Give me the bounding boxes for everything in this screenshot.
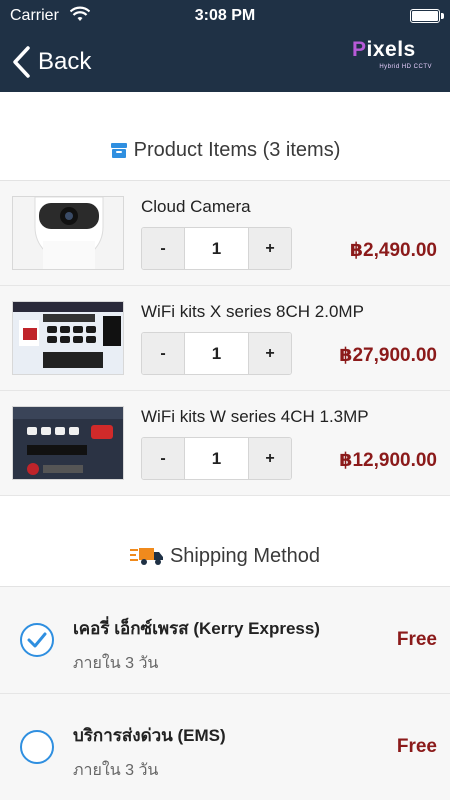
quantity-stepper: - 1 + <box>141 332 292 375</box>
battery-icon <box>410 9 444 23</box>
quantity-field[interactable]: 1 <box>184 228 249 269</box>
shipping-method-title: Shipping Method <box>169 544 321 567</box>
quantity-stepper: - 1 + <box>141 437 292 480</box>
delivery-truck-icon <box>129 548 163 565</box>
decrease-button[interactable]: - <box>142 228 184 269</box>
quantity-stepper: - 1 + <box>141 227 292 270</box>
wifi-kit-x-image <box>12 301 124 375</box>
shipping-option-eta: ภายใน 3 วัน <box>73 762 159 779</box>
quantity-field[interactable]: 1 <box>184 438 249 479</box>
product-items-header: Product Items (3 items) <box>0 120 450 180</box>
shipping-option-fee: Free <box>396 736 437 757</box>
product-list: Cloud Camera - 1 + ฿2,490.00 WiFi kits X… <box>0 180 450 496</box>
pixels-logo: Pixels Hybrid HD CCTV <box>352 38 432 70</box>
product-items-title: Product Items (3 items) <box>133 138 341 161</box>
check-icon <box>27 632 47 648</box>
shipping-method-header: Shipping Method <box>0 526 450 586</box>
top-bar: Carrier 3:08 PM Back Pixels Hybrid HD CC… <box>0 0 450 92</box>
shipping-option-name: บริการส่งด่วน (EMS) <box>73 726 226 745</box>
product-price: ฿27,900.00 <box>339 345 437 366</box>
back-label: Back <box>38 48 92 75</box>
shipping-option-kerry[interactable]: เคอรี่ เอ็กซ์เพรส (Kerry Express) ภายใน … <box>0 587 450 694</box>
product-row: Cloud Camera - 1 + ฿2,490.00 <box>0 181 450 286</box>
product-name: WiFi kits X series 8CH 2.0MP <box>141 302 364 321</box>
shipping-option-fee: Free <box>396 629 437 650</box>
radio-unselected[interactable] <box>20 730 54 764</box>
product-price: ฿2,490.00 <box>349 240 437 261</box>
clock: 3:08 PM <box>194 7 256 24</box>
navigation-bar: Back Pixels Hybrid HD CCTV <box>0 32 450 92</box>
decrease-button[interactable]: - <box>142 333 184 374</box>
product-price: ฿12,900.00 <box>339 450 437 471</box>
product-row: WiFi kits W series 4CH 1.3MP - 1 + ฿12,9… <box>0 391 450 496</box>
product-row: WiFi kits X series 8CH 2.0MP - 1 + ฿27,9… <box>0 286 450 391</box>
increase-button[interactable]: + <box>249 228 291 269</box>
shipping-option-eta: ภายใน 3 วัน <box>73 655 159 672</box>
increase-button[interactable]: + <box>249 333 291 374</box>
cloud-camera-image <box>12 196 124 270</box>
shipping-option-ems[interactable]: บริการส่งด่วน (EMS) ภายใน 3 วัน Free <box>0 694 450 800</box>
decrease-button[interactable]: - <box>142 438 184 479</box>
product-name: WiFi kits W series 4CH 1.3MP <box>141 407 369 426</box>
back-button[interactable]: Back <box>10 42 91 82</box>
shipping-options-list: เคอรี่ เอ็กซ์เพรส (Kerry Express) ภายใน … <box>0 586 450 800</box>
chevron-left-icon <box>13 46 30 78</box>
status-bar: Carrier 3:08 PM <box>0 0 450 32</box>
shipping-option-name: เคอรี่ เอ็กซ์เพรส (Kerry Express) <box>73 619 320 638</box>
radio-selected[interactable] <box>20 623 54 657</box>
product-name: Cloud Camera <box>141 197 251 216</box>
wifi-kit-w-image <box>12 406 124 480</box>
box-icon <box>110 143 127 158</box>
increase-button[interactable]: + <box>249 438 291 479</box>
quantity-field[interactable]: 1 <box>184 333 249 374</box>
